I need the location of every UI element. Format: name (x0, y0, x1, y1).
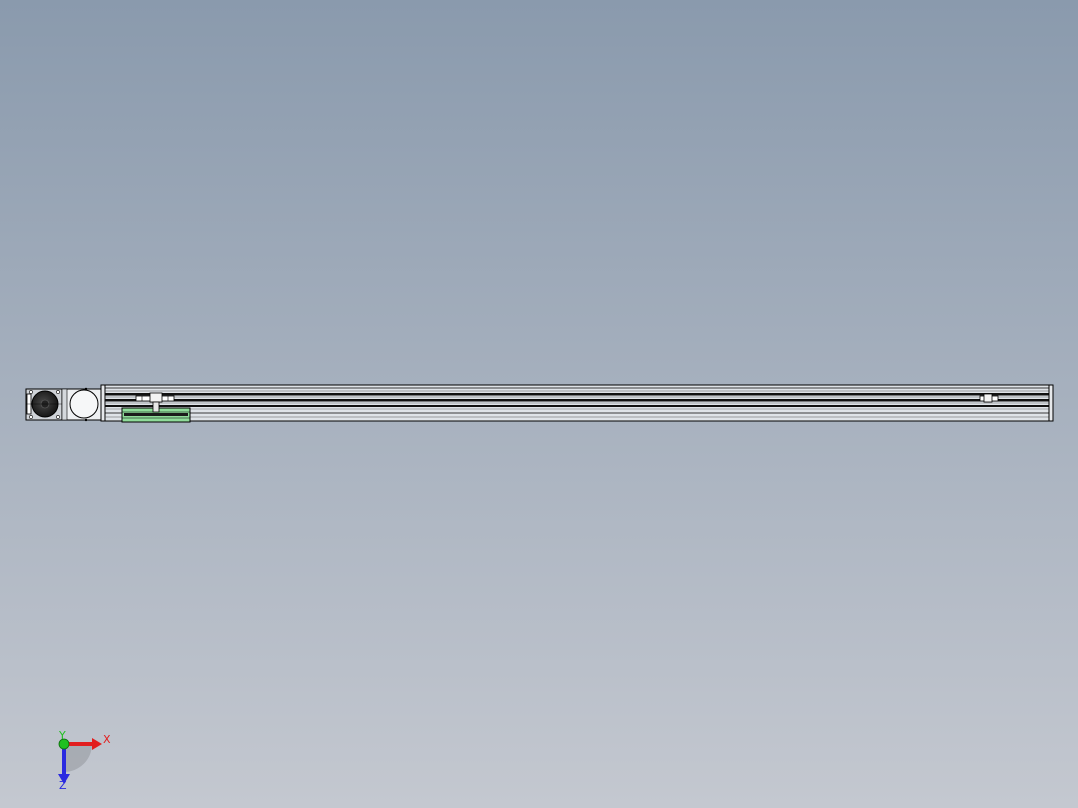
x-axis-label: X (103, 733, 111, 746)
y-axis-label: Y (58, 729, 66, 742)
model-scene[interactable]: X Y Z (0, 0, 1078, 808)
motor[interactable] (25, 388, 63, 421)
coupling-housing[interactable] (61, 387, 103, 422)
rail-profile[interactable] (104, 384, 1050, 422)
end-plate-right (1048, 384, 1054, 422)
z-axis-label: Z (59, 779, 67, 792)
end-plate-left (100, 384, 106, 422)
linear-module[interactable] (25, 384, 1054, 423)
graphics-viewport[interactable]: X Y Z (0, 0, 1078, 808)
